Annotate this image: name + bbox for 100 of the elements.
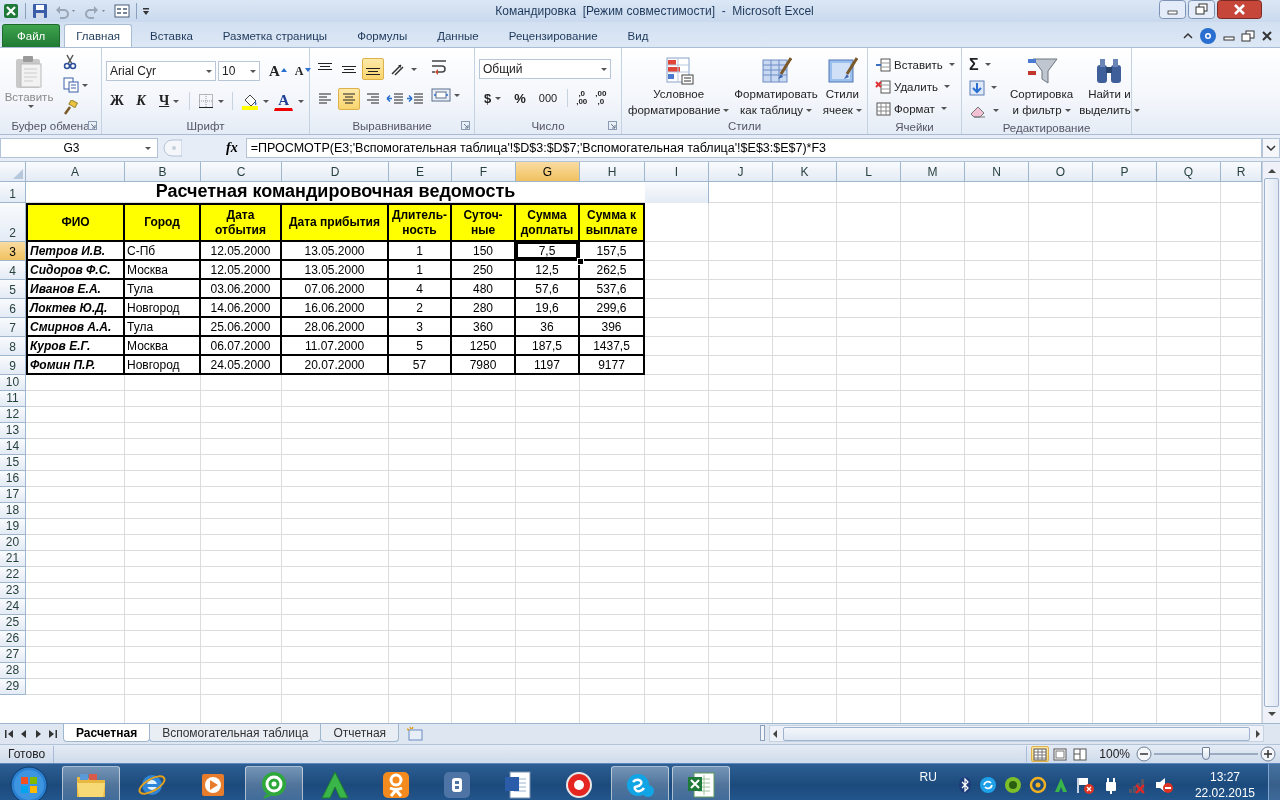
dialog-launcher-icon[interactable] bbox=[608, 121, 617, 130]
row-header[interactable]: 14 bbox=[0, 439, 26, 455]
save-icon[interactable] bbox=[31, 3, 48, 19]
row-header[interactable]: 24 bbox=[0, 599, 26, 615]
column-header[interactable]: A bbox=[26, 162, 125, 182]
row-header[interactable]: 9 bbox=[0, 356, 26, 375]
column-header[interactable]: Q bbox=[1157, 162, 1221, 182]
scissors-icon[interactable] bbox=[62, 54, 78, 70]
italic-button[interactable]: К bbox=[130, 90, 152, 112]
column-header[interactable]: B bbox=[125, 162, 201, 182]
styles-button[interactable]: Стили ячеек bbox=[820, 52, 864, 118]
muted-speaker-icon[interactable] bbox=[1153, 776, 1174, 794]
row-header[interactable]: 2 bbox=[0, 203, 26, 242]
decrease-indent-icon[interactable] bbox=[386, 91, 404, 107]
fill-handle[interactable] bbox=[577, 258, 584, 265]
column-header[interactable]: L bbox=[837, 162, 901, 182]
page-break-button[interactable] bbox=[1071, 746, 1090, 762]
first-sheet-button[interactable] bbox=[4, 729, 16, 739]
sync-icon[interactable] bbox=[978, 776, 997, 794]
restore-button[interactable] bbox=[1188, 0, 1215, 19]
scroll-right-icon[interactable] bbox=[1253, 728, 1263, 739]
last-sheet-button[interactable] bbox=[46, 729, 58, 739]
row-header[interactable]: 11 bbox=[0, 391, 26, 407]
cells-button[interactable]: Формат bbox=[872, 98, 958, 119]
scroll-thumb[interactable] bbox=[783, 726, 1250, 741]
vertical-align-button[interactable] bbox=[362, 58, 384, 80]
column-header[interactable]: G bbox=[516, 162, 580, 182]
row-header[interactable]: 18 bbox=[0, 503, 26, 519]
styles-button[interactable]: Форматировать как таблицу bbox=[732, 52, 820, 118]
row-header[interactable]: 8 bbox=[0, 337, 26, 356]
row-header[interactable]: 7 bbox=[0, 318, 26, 337]
sheet-tab[interactable]: Расчетная bbox=[63, 724, 151, 742]
cells-button[interactable]: Вставить bbox=[872, 54, 958, 75]
row-header[interactable]: 20 bbox=[0, 535, 26, 551]
bluetooth-icon[interactable] bbox=[957, 776, 972, 794]
at-sign-icon[interactable] bbox=[1028, 776, 1047, 794]
zoom-out-button[interactable] bbox=[1136, 746, 1152, 762]
customize-menu-icon[interactable] bbox=[142, 5, 150, 17]
font-color-button[interactable]: A bbox=[274, 91, 294, 111]
row-header[interactable]: 3 bbox=[0, 242, 26, 261]
row-header[interactable]: 19 bbox=[0, 519, 26, 535]
row-header[interactable]: 6 bbox=[0, 299, 26, 318]
spreadsheet-logo-icon[interactable] bbox=[3, 3, 19, 19]
column-header[interactable]: E bbox=[389, 162, 452, 182]
triangle-tray-icon[interactable] bbox=[1053, 777, 1068, 793]
ribbon-tab[interactable]: Данные bbox=[425, 24, 491, 47]
horizontal-scrollbar[interactable] bbox=[769, 725, 1264, 742]
copy-button[interactable] bbox=[62, 76, 89, 94]
ribbon-tab[interactable]: Главная bbox=[64, 24, 133, 47]
scroll-down-icon[interactable] bbox=[1266, 709, 1277, 719]
row-header[interactable]: 17 bbox=[0, 487, 26, 503]
grow-font-button[interactable]: A bbox=[266, 60, 290, 82]
dialog-launcher-icon[interactable] bbox=[88, 121, 97, 130]
taskbar-button[interactable] bbox=[611, 766, 669, 800]
decrease-decimal-button[interactable]: ,00 ,0 bbox=[592, 88, 610, 108]
row-header[interactable]: 21 bbox=[0, 551, 26, 567]
close-button[interactable] bbox=[1217, 0, 1262, 19]
bold-button[interactable]: Ж bbox=[106, 90, 128, 112]
increase-indent-icon[interactable] bbox=[406, 91, 424, 107]
sheet-tab[interactable]: Отчетная bbox=[320, 724, 400, 742]
zoom-slider[interactable] bbox=[1154, 746, 1258, 762]
column-header[interactable]: D bbox=[282, 162, 389, 182]
row-header[interactable]: 27 bbox=[0, 647, 26, 663]
merge-center-button[interactable] bbox=[430, 86, 461, 104]
language-indicator[interactable]: RU bbox=[919, 770, 937, 784]
ribbon-tab[interactable]: Вставка bbox=[138, 24, 205, 47]
cells-button[interactable]: Удалить bbox=[872, 76, 958, 97]
taskbar-button[interactable] bbox=[245, 766, 303, 800]
page-layout-button[interactable] bbox=[1051, 746, 1070, 762]
increase-decimal-button[interactable]: ,0 ,00 bbox=[573, 88, 591, 108]
sheet-tab[interactable]: Вспомогательная таблица bbox=[149, 724, 322, 742]
ribbon-tab[interactable]: Рецензирование bbox=[496, 24, 610, 47]
paintbrush-icon[interactable] bbox=[62, 100, 78, 116]
row-header[interactable]: 1 bbox=[0, 182, 26, 203]
horizontal-align-button[interactable] bbox=[338, 88, 360, 110]
zoom-slider-thumb[interactable] bbox=[1202, 747, 1210, 760]
zoom-in-button[interactable] bbox=[1260, 746, 1276, 762]
insert-function-button[interactable]: fx bbox=[222, 139, 242, 157]
font-size-field[interactable]: 10 bbox=[218, 61, 260, 81]
show-desktop-button[interactable] bbox=[1268, 764, 1280, 800]
underline-button[interactable]: Ч bbox=[154, 90, 185, 112]
column-header[interactable]: C bbox=[201, 162, 282, 182]
expand-formula-icon[interactable] bbox=[1262, 138, 1280, 158]
row-header[interactable]: 16 bbox=[0, 471, 26, 487]
formula-field[interactable]: =ПРОСМОТР(E3;'Вспомогательная таблица'!$D$3:$D$7;'Вспомогательная таблица'!$E$3:$E$7)*F3 bbox=[245, 138, 1262, 158]
column-header[interactable]: F bbox=[452, 162, 516, 182]
row-header[interactable]: 25 bbox=[0, 615, 26, 631]
font-name-field[interactable]: Arial Cyr bbox=[106, 61, 216, 81]
flag-error-icon[interactable] bbox=[1074, 776, 1095, 794]
split-handle[interactable] bbox=[760, 725, 765, 741]
row-header[interactable]: 29 bbox=[0, 679, 26, 695]
normal-view-button[interactable] bbox=[1031, 746, 1050, 762]
dialog-launcher-icon[interactable] bbox=[461, 121, 470, 130]
help-icon[interactable] bbox=[1199, 26, 1217, 45]
file-tab[interactable]: Файл bbox=[2, 24, 61, 47]
row-header[interactable]: 26 bbox=[0, 631, 26, 647]
column-header[interactable]: H bbox=[580, 162, 645, 182]
currency-button[interactable]: $ bbox=[479, 87, 507, 109]
restore-workbook-icon[interactable] bbox=[1241, 29, 1255, 42]
column-header[interactable]: M bbox=[901, 162, 965, 182]
